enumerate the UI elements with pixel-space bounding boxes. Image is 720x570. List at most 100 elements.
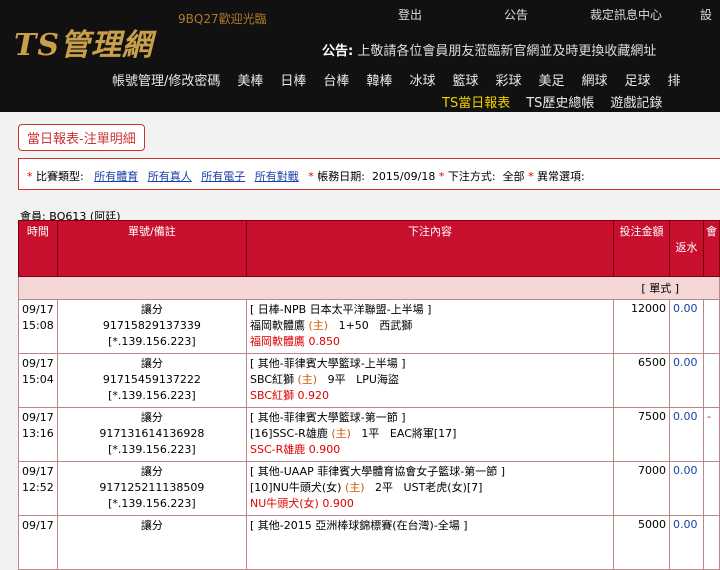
required-star-icon: *	[438, 170, 445, 183]
page-title: 當日報表-注單明細	[18, 124, 145, 151]
section-single: [ 單式 ]	[18, 276, 720, 300]
required-star-icon: *	[27, 170, 33, 183]
nav-daily-report[interactable]: TS當日報表	[442, 92, 510, 111]
bet-type: 讓分	[140, 519, 163, 532]
settings-link[interactable]: 設	[700, 6, 712, 23]
bet-amount: 6500	[613, 353, 670, 408]
bet-rebate: 0.00	[668, 407, 704, 462]
nav-lottery[interactable]: 彩球	[495, 70, 521, 89]
bet-home-mark: (主)	[344, 481, 365, 494]
bet-id-cell: 讓分 91715829137339 [*.139.156.223]	[56, 299, 247, 354]
nav-volleyball[interactable]: 排	[668, 70, 681, 89]
nav-soccer[interactable]: 足球	[625, 70, 651, 89]
bet-ip: [*.139.156.223]	[108, 335, 196, 348]
nav-mlb[interactable]: 美棒	[237, 70, 263, 89]
bet-date: 09/17	[22, 357, 54, 370]
bet-content-cell: [ 其他-菲律賓大學籃球-第一節 ] [16]SSC-R雄鹿 (主) 1平 EAC…	[245, 407, 615, 462]
logout-link[interactable]: 登出	[398, 6, 504, 23]
nav-account[interactable]: 帳號管理/修改密碼	[112, 70, 220, 89]
filter-all-versus[interactable]: 所有對戰	[255, 170, 299, 183]
bet-type: 讓分	[140, 357, 163, 370]
bet-extra: -	[702, 407, 720, 462]
bet-content-cell: [ 日棒-NPB 日本太平洋聯盟-上半場 ] 福岡軟體鷹 (主) 1+50 西武獅…	[245, 299, 615, 354]
header-id: 單號/備註	[56, 220, 247, 277]
bet-time: 15:04	[22, 373, 54, 386]
bet-id-cell: 讓分 917131614136928 [*.139.156.223]	[56, 407, 247, 462]
bet-date: 09/17	[22, 303, 54, 316]
date-label: 帳務日期:	[317, 170, 365, 183]
bet-rebate: 0.00	[668, 353, 704, 408]
bet-league: [ 其他-菲律賓大學籃球-上半場 ]	[249, 357, 406, 370]
table-row[interactable]: 09/17 12:52 讓分 917125211138509 [*.139.156.22…	[18, 461, 720, 516]
announcement-link[interactable]: 公告	[504, 6, 590, 23]
bet-detail-table: 時間 單號/備註 下注內容 投注金額 返水 會 [ 單式 ] 09/17 15:0…	[18, 220, 720, 570]
bet-league: [ 日棒-NPB 日本太平洋聯盟-上半場 ]	[249, 303, 432, 316]
nav-basketball[interactable]: 籃球	[452, 70, 478, 89]
bet-ip: [*.139.156.223]	[108, 389, 196, 402]
bet-line: 1+50	[338, 319, 369, 332]
bet-id[interactable]: 91715829137339	[61, 318, 243, 334]
method-label: 下注方式:	[447, 170, 496, 183]
bet-league: [ 其他-菲律賓大學籃球-第一節 ]	[249, 411, 406, 424]
nav-football[interactable]: 美足	[539, 70, 565, 89]
table-row[interactable]: 09/17 讓分 [ 其他-2015 亞洲棒球錦標賽(在台灣)-全場 ] 5000 0…	[18, 515, 720, 570]
bet-time: 15:08	[22, 319, 54, 332]
main-nav: 帳號管理/修改密碼 美棒 日棒 台棒 韓棒 冰球 籃球 彩球 美足 網球 足球 …	[112, 70, 698, 89]
site-logo[interactable]: TS管理網	[14, 20, 153, 64]
date-value[interactable]: 2015/09/18	[372, 170, 435, 183]
header-time: 時間	[18, 220, 58, 277]
bet-amount: 12000	[613, 299, 670, 354]
bet-id[interactable]: 917125211138509	[61, 480, 243, 496]
announcement-label: 公告:	[322, 44, 354, 59]
nav-kbo[interactable]: 韓棒	[366, 70, 392, 89]
bet-pick: SBC紅獅	[249, 389, 295, 402]
table-row[interactable]: 09/17 13:16 讓分 917131614136928 [*.139.156.22…	[18, 407, 720, 462]
nav-history-ledger[interactable]: TS歷史總帳	[526, 92, 594, 111]
ruling-center-link[interactable]: 裁定訊息中心	[590, 6, 700, 23]
bet-ip: [*.139.156.223]	[108, 443, 196, 456]
bet-content-cell: [ 其他-UAAP 菲律賓大學體育協會女子籃球-第一節 ] [10]NU牛頭犬(女…	[245, 461, 615, 516]
header-content: 下注內容	[245, 220, 615, 277]
header-rebate: 返水	[668, 220, 704, 277]
table-row[interactable]: 09/17 15:08 讓分 91715829137339 [*.139.156.223…	[18, 299, 720, 354]
nav-hockey[interactable]: 冰球	[409, 70, 435, 89]
bet-league: [ 其他-UAAP 菲律賓大學體育協會女子籃球-第一節 ]	[249, 465, 506, 478]
bet-amount: 7000	[613, 461, 670, 516]
bet-time: 12:52	[22, 481, 54, 494]
bet-odds: 0.900	[322, 497, 354, 510]
bet-time-cell: 09/17	[18, 515, 58, 570]
bet-time-cell: 09/17 13:16	[18, 407, 58, 462]
bet-id[interactable]: 917131614136928	[61, 426, 243, 442]
type-label: 比賽類型:	[36, 170, 84, 183]
bet-id[interactable]: 91715459137222	[61, 372, 243, 388]
bet-line: 1平	[361, 427, 380, 440]
filter-all-electronic[interactable]: 所有電子	[201, 170, 245, 183]
nav-cpbl[interactable]: 台棒	[323, 70, 349, 89]
bet-date: 09/17	[22, 519, 54, 532]
nav-npb[interactable]: 日棒	[280, 70, 306, 89]
filter-all-sports[interactable]: 所有體育	[94, 170, 138, 183]
header-amount: 投注金額	[613, 220, 670, 277]
bet-rebate: 0.00	[668, 515, 704, 570]
bet-away: LPU海盜	[356, 373, 399, 386]
bet-time: 13:16	[22, 427, 54, 440]
abnormal-label: 異常選項:	[537, 170, 585, 183]
bet-odds: 0.900	[308, 443, 341, 456]
bet-home: SBC紅獅	[249, 373, 295, 386]
bet-type: 讓分	[140, 465, 163, 478]
bet-home: 福岡軟體鷹	[249, 319, 305, 332]
bet-pick: 福岡軟體鷹	[249, 335, 305, 348]
bet-away: UST老虎(女)[7]	[403, 481, 483, 494]
bet-home: [16]SSC-R雄鹿	[249, 427, 328, 440]
required-star-icon: *	[528, 170, 534, 183]
method-value[interactable]: 全部	[503, 170, 525, 183]
bet-date: 09/17	[22, 411, 54, 424]
announcement-bar: 公告: 上敬請各位會員朋友蒞臨新官網並及時更換收藏網址	[322, 40, 656, 59]
nav-tennis[interactable]: 網球	[582, 70, 608, 89]
bet-date: 09/17	[22, 465, 54, 478]
sub-nav: TS當日報表 TS歷史總帳 遊戲記錄	[442, 92, 678, 111]
nav-game-records[interactable]: 遊戲記錄	[610, 92, 662, 111]
bet-rebate: 0.00	[668, 461, 704, 516]
filter-all-live[interactable]: 所有真人	[148, 170, 192, 183]
table-row[interactable]: 09/17 15:04 讓分 91715459137222 [*.139.156.223…	[18, 353, 720, 408]
